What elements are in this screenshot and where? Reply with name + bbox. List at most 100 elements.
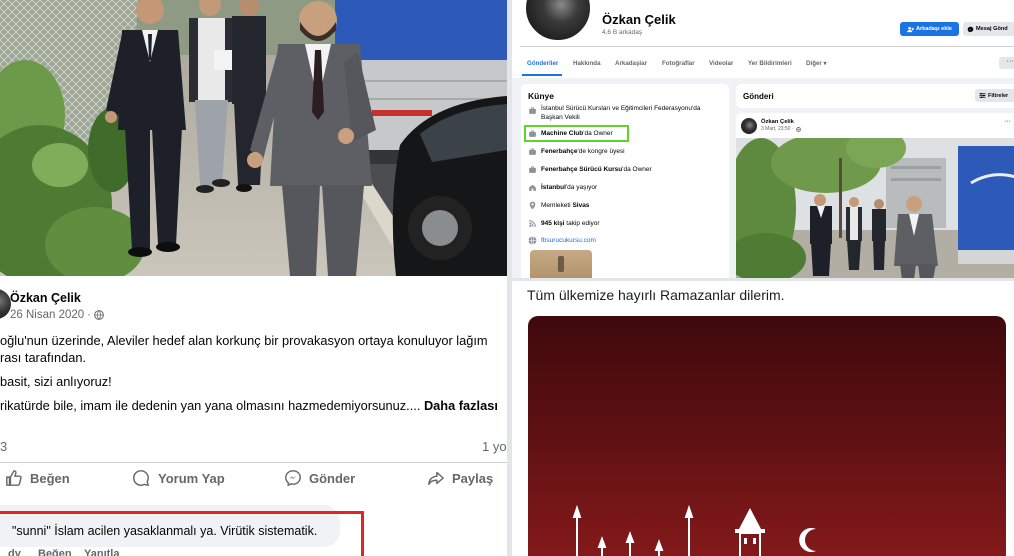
post-date-text[interactable]: 26 Nisan 2020 — [10, 309, 84, 321]
messenger-icon[interactable] — [284, 469, 302, 487]
avatar[interactable] — [741, 118, 757, 134]
post-author[interactable]: Özkan Çelik — [761, 119, 794, 125]
post-date: 3 Mart, 23:50 · — [761, 126, 801, 132]
intro-item-entity[interactable]: Fenerbahçe Sürücü Kursu — [541, 166, 622, 173]
post-text: Tüm ülkemize hayırlı Ramazanlar dilerim. — [527, 287, 785, 303]
share-icon[interactable] — [427, 469, 445, 487]
website-link[interactable]: fbsurucukursu.com — [541, 236, 596, 245]
post-photo[interactable] — [0, 0, 507, 285]
post-text-line: oğlu'nun üzerinde, Aleviler hedef alan k… — [0, 333, 488, 348]
intro-item-post: takip ediyor — [564, 220, 600, 227]
intro-item: Machine Club'da Owner — [541, 129, 613, 138]
intro-item: İstanbul'da yaşıyor — [541, 183, 597, 192]
post-text-line: rikatürde bile, imam ile dedenin yan yan… — [0, 398, 498, 413]
add-friend-label: Arkadaşı ekle — [915, 26, 953, 32]
message-button[interactable]: Mesaj Gönd — [963, 22, 1014, 36]
left-post-screenshot: Özkan Çelik 26 Nisan 2020 · oğlu'nun üze… — [0, 0, 507, 556]
date-separator: · — [87, 309, 92, 321]
intro-item-work: İstanbul Sürücü Kursları ve Eğitimcileri… — [541, 104, 700, 122]
post-author[interactable]: Özkan Çelik — [10, 291, 81, 305]
tab-posts[interactable]: Gönderiler — [527, 60, 558, 67]
intro-item-line: Başkan Vekili — [541, 114, 580, 121]
profile-more-button[interactable]: ··· — [999, 57, 1014, 69]
briefcase-icon — [529, 130, 536, 137]
intro-card: Künye İstanbul Sürücü Kursları ve Eğitim… — [521, 84, 729, 278]
man-dark-suit — [810, 194, 832, 276]
profile-name: Özkan Çelik — [602, 12, 676, 27]
comment-reply-button[interactable]: Yanıtla — [84, 548, 119, 556]
intro-item-post: 'da yaşıyor — [565, 184, 598, 191]
man-walking — [872, 199, 886, 270]
intro-item-post: 'da Owner — [583, 130, 613, 137]
intro-item-entity[interactable]: İstanbul — [541, 184, 566, 191]
briefcase-icon — [529, 148, 536, 155]
intro-item-post: 'da Owner — [622, 166, 652, 173]
reaction-count[interactable]: 3 — [0, 439, 7, 454]
intro-photo[interactable] — [530, 250, 592, 278]
comment-button[interactable]: Yorum Yap — [158, 471, 225, 486]
comment-like-button[interactable]: Beğen — [38, 548, 72, 556]
briefcase-icon — [529, 166, 536, 173]
mosque-silhouette — [572, 504, 816, 556]
comment-age: dy — [8, 548, 21, 556]
filter-button[interactable]: Filtreler — [975, 89, 1014, 102]
post-photo[interactable] — [726, 128, 1014, 278]
man-background — [846, 197, 862, 270]
intro-item: 945 kişi takip ediyor — [541, 219, 600, 228]
minarets — [572, 504, 694, 556]
tower — [735, 508, 765, 556]
intro-item-entity[interactable]: Machine Club — [541, 130, 583, 137]
post-more-button[interactable]: ··· — [1004, 118, 1011, 125]
ramadan-image[interactable] — [528, 316, 1006, 556]
follow-icon — [529, 220, 536, 227]
comment-icon[interactable] — [132, 469, 150, 487]
intro-item: Fenerbahçe'de kongre üyesi — [541, 147, 625, 156]
intro-item-entity[interactable]: Fenerbahçe — [541, 148, 578, 155]
friend-count[interactable]: 4,6 B arkadaş — [602, 29, 642, 36]
photo-detail — [558, 256, 564, 272]
tab-friends[interactable]: Arkadaşlar — [615, 60, 647, 67]
tab-photos[interactable]: Fotoğraflar — [662, 60, 695, 67]
intro-item: Fenerbahçe Sürücü Kursu'da Owner — [541, 165, 652, 174]
post-text-line: rası tarafından. — [0, 350, 87, 365]
profile-screenshot: Özkan Çelik 4,6 B arkadaş Arkadaşı ekle … — [512, 0, 1014, 278]
filter-icon — [979, 92, 986, 99]
posts-title: Gönderi — [743, 92, 774, 101]
person-add-icon — [906, 26, 914, 32]
crescent-icon — [799, 528, 816, 552]
filter-label: Filtreler — [988, 92, 1009, 99]
home-icon — [529, 184, 536, 191]
post-date-text[interactable]: 3 Mart, 23:50 · — [761, 126, 794, 132]
like-button[interactable]: Beğen — [30, 471, 70, 486]
posts-header: Gönderi Filtreler — [736, 84, 1014, 108]
profile-post: Özkan Çelik 3 Mart, 23:50 · ··· — [726, 113, 1014, 278]
like-icon[interactable] — [5, 469, 23, 487]
intro-item-pre: Memleketi — [541, 202, 573, 209]
globe-icon — [795, 126, 801, 132]
comment-count[interactable]: 1 yo — [482, 439, 507, 454]
send-button[interactable]: Gönder — [309, 471, 355, 486]
divider — [0, 462, 507, 463]
truck — [958, 146, 1014, 264]
post-date: 26 Nisan 2020 · — [10, 309, 104, 321]
message-label: Mesaj Gönd — [976, 26, 1008, 32]
post-text-line: basit, sizi anlıyoruz! — [0, 374, 112, 389]
add-friend-button[interactable]: Arkadaşı ekle — [900, 22, 959, 36]
globe-icon — [528, 236, 537, 245]
briefcase-icon — [529, 107, 536, 114]
ramadan-post-screenshot: Tüm ülkemize hayırlı Ramazanlar dilerim. — [512, 281, 1014, 556]
messenger-icon — [967, 26, 974, 32]
tab-checkins[interactable]: Yer Bildirimleri — [748, 60, 792, 67]
tab-videos[interactable]: Videolar — [709, 60, 733, 67]
see-more-link[interactable]: Daha fazlası — [424, 398, 498, 413]
intro-item-entity[interactable]: Sivas — [572, 202, 589, 209]
intro-item-entity[interactable]: 945 kişi — [541, 220, 565, 227]
post-text-line-content: rikatürde bile, imam ile dedenin yan yan… — [0, 398, 424, 413]
active-tab-indicator — [522, 74, 562, 76]
share-button[interactable]: Paylaş — [452, 471, 493, 486]
tab-more[interactable]: Diğer ▾ — [806, 60, 827, 67]
intro-item-post: 'de kongre üyesi — [577, 148, 625, 155]
street-photo — [0, 0, 507, 285]
tab-about[interactable]: Hakkında — [573, 60, 601, 67]
globe-icon — [94, 310, 104, 320]
